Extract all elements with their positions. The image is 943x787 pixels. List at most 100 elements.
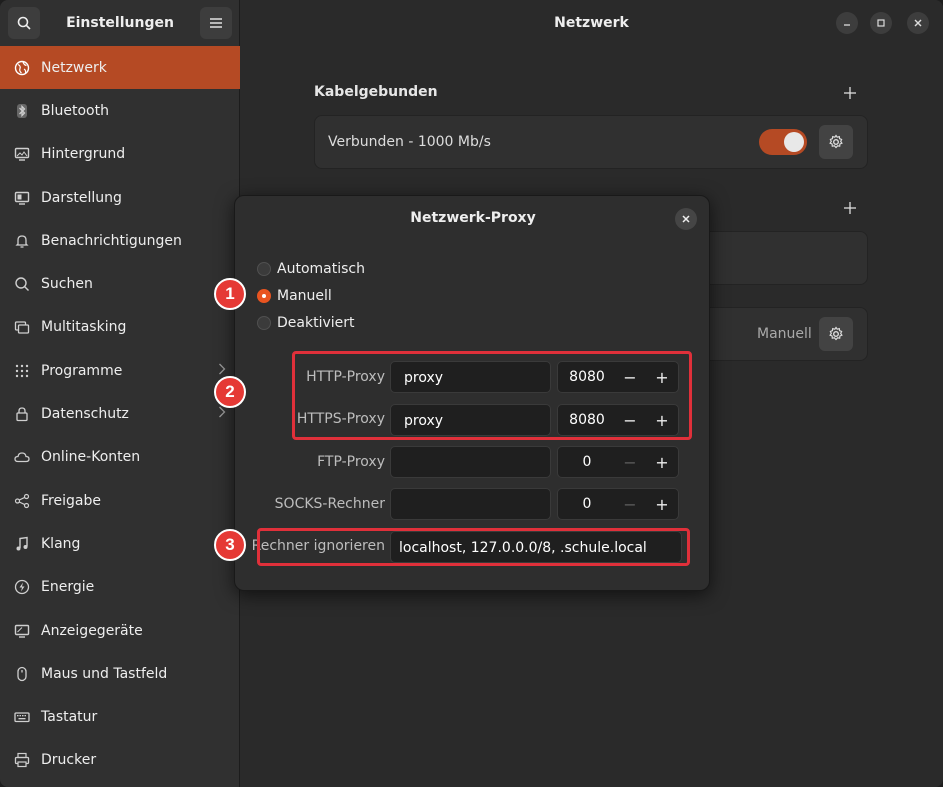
sidebar-item-klang[interactable]: Klang <box>0 522 240 565</box>
sidebar-title: Einstellungen <box>66 15 174 31</box>
sidebar-item-label: Klang <box>41 535 81 552</box>
add-vpn-button[interactable] <box>842 200 858 216</box>
wired-section-title: Kabelgebunden <box>314 84 438 100</box>
socks-port-increment[interactable]: + <box>646 489 678 519</box>
sidebar-item-bluetooth[interactable]: Bluetooth <box>0 89 240 132</box>
sidebar-item-hintergrund[interactable]: Hintergrund <box>0 133 240 176</box>
ftp-port-decrement[interactable]: − <box>614 447 646 477</box>
grid-icon <box>14 363 30 379</box>
radio-label: Automatisch <box>277 261 365 277</box>
sidebar-item-label: Energie <box>41 579 95 596</box>
globe-icon <box>14 60 30 76</box>
search-icon <box>14 276 30 292</box>
gear-icon <box>829 134 843 149</box>
sidebar-item-label: Hintergrund <box>41 146 126 163</box>
main-header: Netzwerk <box>240 0 943 46</box>
sidebar-item-freigabe[interactable]: Freigabe <box>0 479 240 522</box>
sidebar-item-online-konten[interactable]: Online-Konten <box>0 436 240 479</box>
plus-icon <box>844 87 856 99</box>
dialog-close-button[interactable] <box>675 208 697 230</box>
sidebar-item-anzeigegeraete[interactable]: Anzeigegeräte <box>0 609 240 652</box>
socks-port-decrement[interactable]: − <box>614 489 646 519</box>
lock-icon <box>14 406 30 422</box>
radio-deaktiviert[interactable]: Deaktiviert <box>257 313 355 333</box>
multitasking-icon <box>14 319 30 335</box>
plus-icon <box>844 202 856 214</box>
sidebar-item-datenschutz[interactable]: Datenschutz <box>0 392 240 435</box>
sidebar-item-label: Benachrichtigungen <box>41 232 182 249</box>
radio-manuell[interactable]: Manuell <box>257 286 332 306</box>
radio-button[interactable] <box>257 262 271 276</box>
sidebar-item-label: Online-Konten <box>41 449 141 466</box>
search-button[interactable] <box>8 7 40 39</box>
chevron-right-icon <box>218 406 226 422</box>
sidebar-item-netzwerk[interactable]: Netzwerk <box>0 46 240 90</box>
keyboard-icon <box>14 709 30 725</box>
close-icon <box>914 19 922 27</box>
search-icon <box>17 16 31 30</box>
sidebar-item-benachrichtigungen[interactable]: Benachrichtigungen <box>0 219 240 262</box>
dialog-title: Netzwerk-Proxy <box>410 210 536 226</box>
menu-button[interactable] <box>200 7 232 39</box>
sidebar-item-tastatur[interactable]: Tastatur <box>0 695 240 738</box>
cloud-icon <box>14 449 30 465</box>
toggle-knob <box>784 132 804 152</box>
sidebar-item-label: Maus und Tastfeld <box>41 665 168 682</box>
share-icon <box>14 493 30 509</box>
sidebar-item-suchen[interactable]: Suchen <box>0 262 240 305</box>
maximize-button[interactable] <box>870 12 892 34</box>
wired-settings-button[interactable] <box>819 125 853 159</box>
mouse-icon <box>14 666 30 682</box>
sidebar-item-label: Tastatur <box>41 709 98 726</box>
sidebar-item-multitasking[interactable]: Multitasking <box>0 306 240 349</box>
annotation-badge-3: 3 <box>214 529 246 561</box>
sidebar-list: Netzwerk Bluetooth Hintergrund Darstellu… <box>0 46 240 782</box>
sidebar-item-darstellung[interactable]: Darstellung <box>0 176 240 219</box>
sidebar-item-label: Multitasking <box>41 319 127 336</box>
window-close-button[interactable] <box>907 12 929 34</box>
highlight-box-http-https <box>292 351 692 440</box>
highlight-box-ignore-hosts <box>257 528 690 566</box>
gear-icon <box>829 326 843 341</box>
maximize-icon <box>877 19 885 27</box>
ftp-proxy-host-input[interactable] <box>390 446 551 478</box>
sidebar-item-label: Datenschutz <box>41 406 129 423</box>
sidebar-item-label: Drucker <box>41 752 97 769</box>
sidebar-item-drucker[interactable]: Drucker <box>0 739 240 782</box>
radio-button[interactable] <box>257 316 271 330</box>
ftp-proxy-label: FTP-Proxy <box>317 454 385 470</box>
sidebar-item-label: Freigabe <box>41 492 101 509</box>
radio-label: Manuell <box>277 288 332 304</box>
socks-host-input[interactable] <box>390 488 551 520</box>
hamburger-icon <box>210 18 222 28</box>
sidebar-item-label: Anzeigegeräte <box>41 622 143 639</box>
radio-button[interactable] <box>257 289 271 303</box>
appearance-icon <box>14 190 30 206</box>
settings-window: Einstellungen Netzwerk Bluetooth Hinterg… <box>0 0 943 787</box>
wired-connection-row: Verbunden - 1000 Mb/s <box>314 115 868 169</box>
sidebar-item-label: Netzwerk <box>41 59 107 76</box>
sidebar-item-energie[interactable]: Energie <box>0 566 240 609</box>
socks-port-value[interactable]: 0 <box>558 489 616 519</box>
proxy-settings-button[interactable] <box>819 317 853 351</box>
ftp-port-value[interactable]: 0 <box>558 447 616 477</box>
sidebar-item-maus-und-tastfeld[interactable]: Maus und Tastfeld <box>0 652 240 695</box>
minimize-button[interactable] <box>836 12 858 34</box>
monitor-icon <box>14 146 30 162</box>
socks-port-spinner: 0 − + <box>557 488 679 520</box>
add-wired-button[interactable] <box>842 85 858 101</box>
sidebar-item-label: Programme <box>41 362 123 379</box>
ftp-port-increment[interactable]: + <box>646 447 678 477</box>
radio-automatisch[interactable]: Automatisch <box>257 259 365 279</box>
bell-icon <box>14 233 30 249</box>
bluetooth-icon <box>14 103 30 119</box>
socks-host-label: SOCKS-Rechner <box>274 496 385 512</box>
wired-toggle[interactable] <box>759 129 807 155</box>
sidebar-item-label: Darstellung <box>41 189 122 206</box>
sidebar-item-programme[interactable]: Programme <box>0 349 240 392</box>
sidebar-item-label: Bluetooth <box>41 102 109 119</box>
power-icon <box>14 579 30 595</box>
printer-icon <box>14 752 30 768</box>
wired-status: Verbunden - 1000 Mb/s <box>328 134 491 150</box>
music-note-icon <box>14 536 30 552</box>
